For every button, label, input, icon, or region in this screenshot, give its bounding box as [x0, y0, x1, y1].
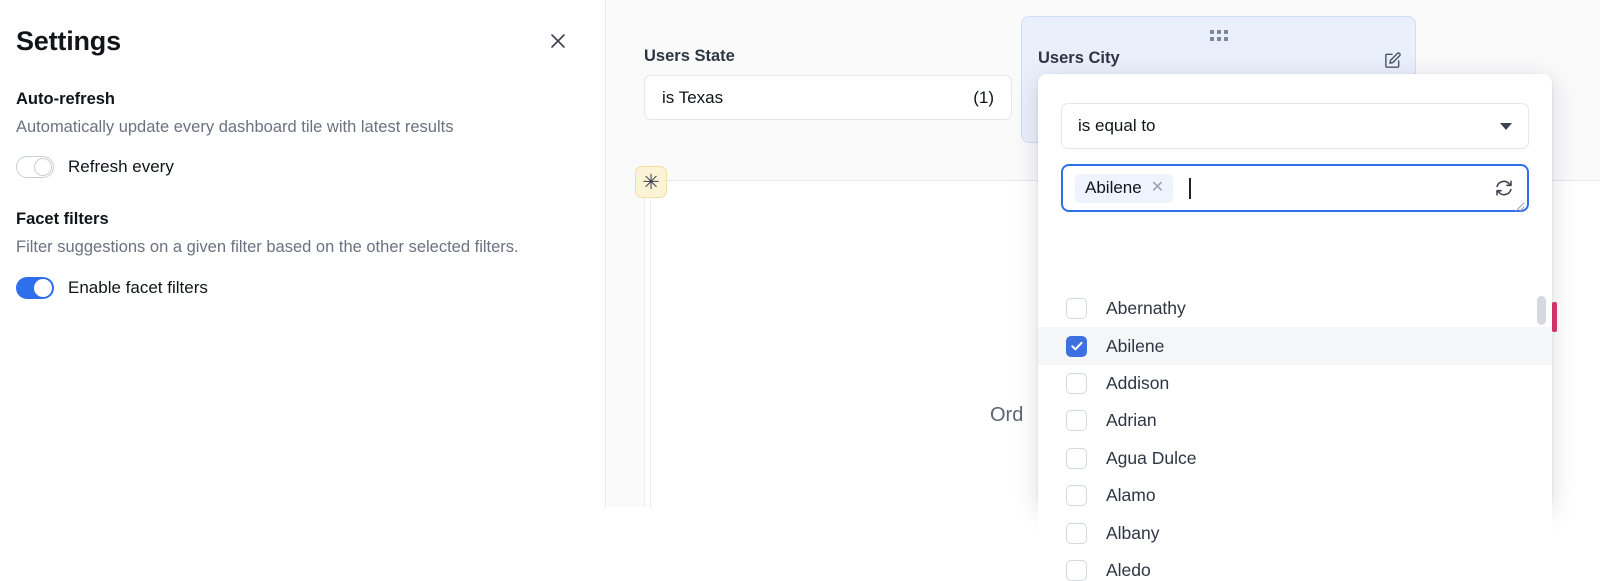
filter-users-state-value: is Texas: [662, 88, 723, 108]
filter-users-state: Users State is Texas (1): [644, 47, 1012, 120]
remove-token-icon[interactable]: ✕: [1151, 180, 1164, 196]
enable-facet-filters-label: Enable facet filters: [68, 278, 208, 298]
filter-editor-popup: is equal to Abilene ✕: [1038, 74, 1552, 507]
city-option-row[interactable]: Addison: [1038, 365, 1552, 402]
chart-accent-bar: [1552, 302, 1557, 332]
facet-filters-description: Filter suggestions on a given filter bas…: [16, 236, 576, 259]
chart-caption: Ord: [990, 404, 1023, 427]
filter-users-state-label: Users State: [644, 47, 1012, 66]
edit-filter-button[interactable]: [1379, 47, 1405, 73]
checkbox-icon[interactable]: [1066, 298, 1087, 319]
checkbox-icon[interactable]: [1066, 410, 1087, 431]
city-option-row[interactable]: Albany: [1038, 514, 1552, 551]
auto-refresh-heading: Auto-refresh: [16, 90, 589, 109]
settings-header: Settings: [16, 0, 589, 58]
checkbox-icon[interactable]: [1066, 560, 1087, 581]
close-settings-button[interactable]: [541, 24, 575, 58]
options-list-scrollbar[interactable]: [1537, 296, 1546, 325]
city-option-label: Agua Dulce: [1106, 448, 1196, 469]
city-option-row[interactable]: Abernathy: [1038, 290, 1552, 327]
city-option-label: Alamo: [1106, 485, 1156, 506]
city-option-row[interactable]: Abilene: [1038, 327, 1552, 364]
filter-users-city-label: Users City: [1038, 49, 1120, 68]
refresh-every-toggle[interactable]: [16, 156, 54, 178]
city-option-label: Adrian: [1106, 410, 1157, 431]
facet-filters-heading: Facet filters: [16, 210, 589, 229]
checkbox-checked-icon[interactable]: [1066, 336, 1087, 357]
city-option-label: Addison: [1106, 373, 1169, 394]
auto-refresh-description: Automatically update every dashboard til…: [16, 116, 576, 139]
checkmark-icon: [1070, 339, 1084, 353]
enable-facet-filters-row: Enable facet filters: [16, 277, 589, 299]
close-icon: [548, 31, 568, 51]
operator-select-value: is equal to: [1078, 116, 1156, 136]
city-option-label: Abernathy: [1106, 298, 1186, 319]
resize-grip-icon[interactable]: [1515, 199, 1525, 209]
city-option-row[interactable]: Adrian: [1038, 402, 1552, 439]
drag-dots-icon[interactable]: [1210, 30, 1228, 41]
checkbox-icon[interactable]: [1066, 373, 1087, 394]
filter-users-state-field[interactable]: is Texas (1): [644, 75, 1012, 120]
toggle-knob: [34, 279, 52, 297]
settings-panel: Settings Auto-refresh Automatically upda…: [0, 0, 606, 507]
chevron-down-icon: [1500, 123, 1512, 130]
operator-select[interactable]: is equal to: [1061, 103, 1529, 149]
city-option-label: Aledo: [1106, 560, 1151, 581]
city-options-container: Abernathy Abilene Addison Adrian Agua Dulce A…: [1038, 290, 1552, 581]
checkbox-icon[interactable]: [1066, 485, 1087, 506]
refresh-icon-glyph: [1493, 177, 1515, 199]
city-value-input[interactable]: Abilene ✕: [1061, 164, 1529, 212]
filter-editor-body: is equal to Abilene ✕: [1038, 74, 1552, 212]
resize-grip-glyph: [1515, 202, 1525, 212]
checkbox-icon[interactable]: [1066, 523, 1087, 544]
refresh-every-row: Refresh every: [16, 156, 589, 178]
city-option-label: Abilene: [1106, 336, 1164, 357]
page-title: Settings: [16, 25, 121, 57]
city-option-row[interactable]: Agua Dulce: [1038, 440, 1552, 477]
edit-pencil-icon: [1383, 51, 1402, 70]
refresh-every-label: Refresh every: [68, 157, 174, 177]
city-option-label: Albany: [1106, 523, 1160, 544]
refresh-icon[interactable]: [1493, 177, 1515, 199]
checkbox-icon[interactable]: [1066, 448, 1087, 469]
city-option-row[interactable]: Aledo: [1038, 552, 1552, 581]
toggle-knob: [34, 158, 52, 176]
city-options-list[interactable]: Abernathy Abilene Addison Adrian Agua Dulce A…: [1038, 290, 1552, 581]
selected-value-token-label: Abilene: [1085, 178, 1142, 198]
city-option-row[interactable]: Alamo: [1038, 477, 1552, 514]
required-asterisk-marker[interactable]: ✳: [635, 166, 667, 198]
grid-guide-vertical: [650, 181, 651, 507]
filter-users-state-count: (1): [973, 88, 994, 108]
selected-value-token: Abilene ✕: [1075, 174, 1173, 203]
enable-facet-filters-toggle[interactable]: [16, 277, 54, 299]
text-cursor: [1189, 178, 1191, 199]
